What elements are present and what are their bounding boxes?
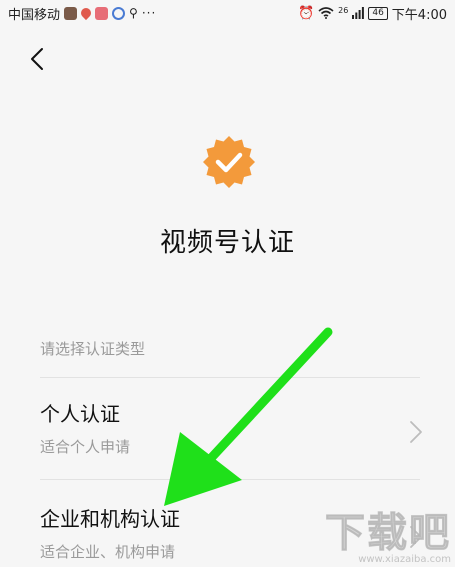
signal-label: 26	[338, 5, 349, 15]
key-icon: ⚲	[129, 6, 138, 20]
option-desc: 适合企业、机构申请	[40, 543, 176, 561]
chevron-left-icon	[31, 48, 43, 70]
wifi-icon	[318, 7, 334, 19]
back-button[interactable]	[22, 44, 52, 74]
battery-indicator: 46	[368, 6, 388, 20]
page-title: 视频号认证	[159, 228, 295, 258]
chevron-right-icon	[410, 421, 422, 443]
chevron-right-icon	[410, 526, 422, 548]
clock: 下午4:00	[391, 7, 447, 23]
divider	[40, 479, 420, 480]
option-title: 企业和机构认证	[40, 507, 180, 531]
divider	[40, 377, 420, 378]
location-pin-icon	[78, 5, 94, 21]
sync-icon	[112, 6, 126, 20]
screen: 中国移动 ⚲ ··· ⏰ 26 46 下午4:00 视频号认证 请选择认证类型 …	[0, 0, 455, 567]
signal-icon	[352, 7, 365, 19]
verified-badge-icon	[203, 136, 255, 188]
section-label: 请选择认证类型	[40, 340, 146, 358]
status-right: ⏰ 26 46 下午4:00	[298, 4, 447, 23]
option-enterprise[interactable]: 企业和机构认证 适合企业、机构申请	[40, 503, 425, 567]
status-left: 中国移动 ⚲ ···	[8, 4, 156, 23]
option-title: 个人认证	[40, 402, 120, 426]
option-personal[interactable]: 个人认证 适合个人申请	[40, 398, 425, 488]
camera-app-icon	[95, 6, 109, 20]
status-bar: 中国移动 ⚲ ··· ⏰ 26 46 下午4:00	[0, 0, 455, 26]
more-notifications: ···	[141, 6, 157, 20]
carrier-name: 中国移动	[8, 7, 61, 23]
alarm-icon: ⏰	[297, 5, 315, 21]
option-desc: 适合个人申请	[40, 438, 131, 456]
app-notification-icon	[64, 6, 78, 20]
